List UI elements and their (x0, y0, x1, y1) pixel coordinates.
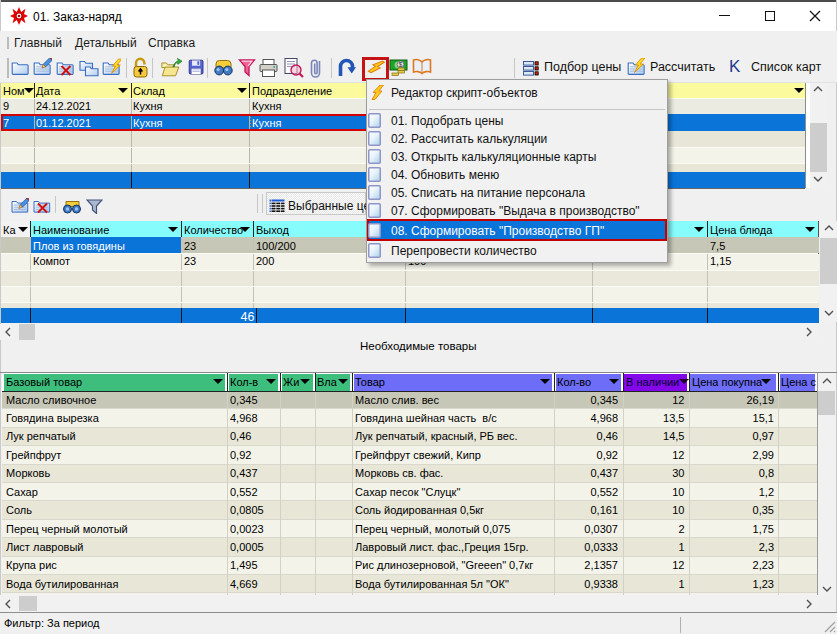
svg-text:$: $ (399, 61, 403, 68)
